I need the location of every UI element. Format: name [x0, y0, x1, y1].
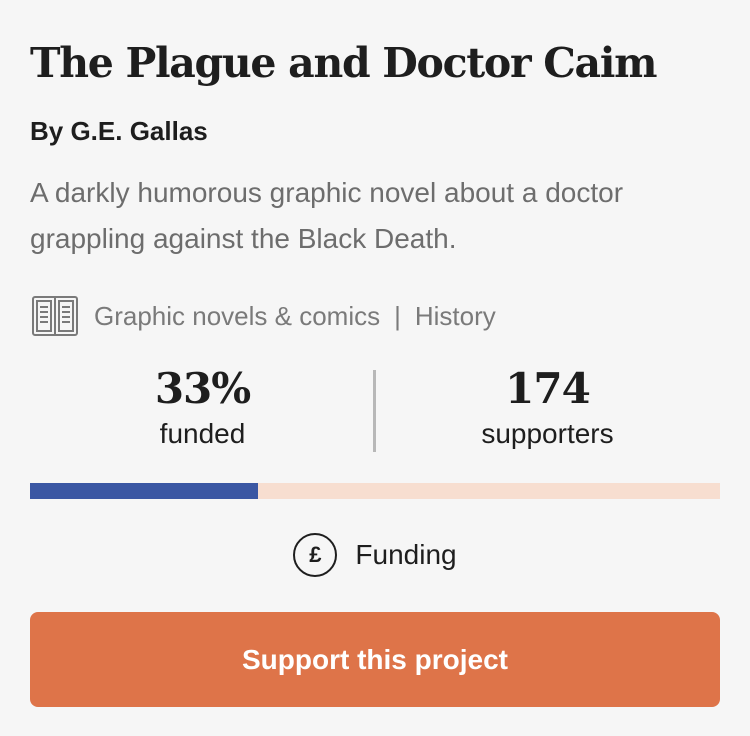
category-text: Graphic novels & comics | History — [94, 301, 496, 332]
supporters-label: supporters — [481, 418, 614, 449]
stats-row: 33% funded 174 supporters — [30, 362, 720, 454]
project-title[interactable]: The Plague and Doctor Caim — [30, 34, 657, 92]
funded-label: funded — [159, 418, 246, 449]
project-author[interactable]: By G.E. Gallas — [30, 112, 208, 150]
funding-type: £ Funding — [0, 530, 750, 580]
category-separator: | — [394, 300, 401, 331]
supporters-stat: 174 supporters — [375, 362, 720, 452]
project-card: The Plague and Doctor Caim By G.E. Galla… — [0, 0, 750, 736]
support-project-button[interactable]: Support this project — [30, 612, 720, 707]
funding-progress-fill — [30, 483, 258, 499]
supporters-count: 174 — [505, 364, 591, 413]
category-link-graphic-novels[interactable]: Graphic novels & comics — [94, 301, 380, 331]
book-icon — [30, 291, 80, 341]
pound-icon: £ — [293, 533, 338, 577]
funded-stat: 33% funded — [30, 362, 375, 452]
funding-label: Funding — [355, 539, 457, 570]
funding-progress-bar — [30, 483, 720, 499]
category-row: Graphic novels & comics | History — [30, 290, 496, 342]
project-description: A darkly humorous graphic novel about a … — [30, 177, 624, 254]
category-link-history[interactable]: History — [415, 301, 496, 331]
funded-percent: 33% — [154, 364, 251, 413]
